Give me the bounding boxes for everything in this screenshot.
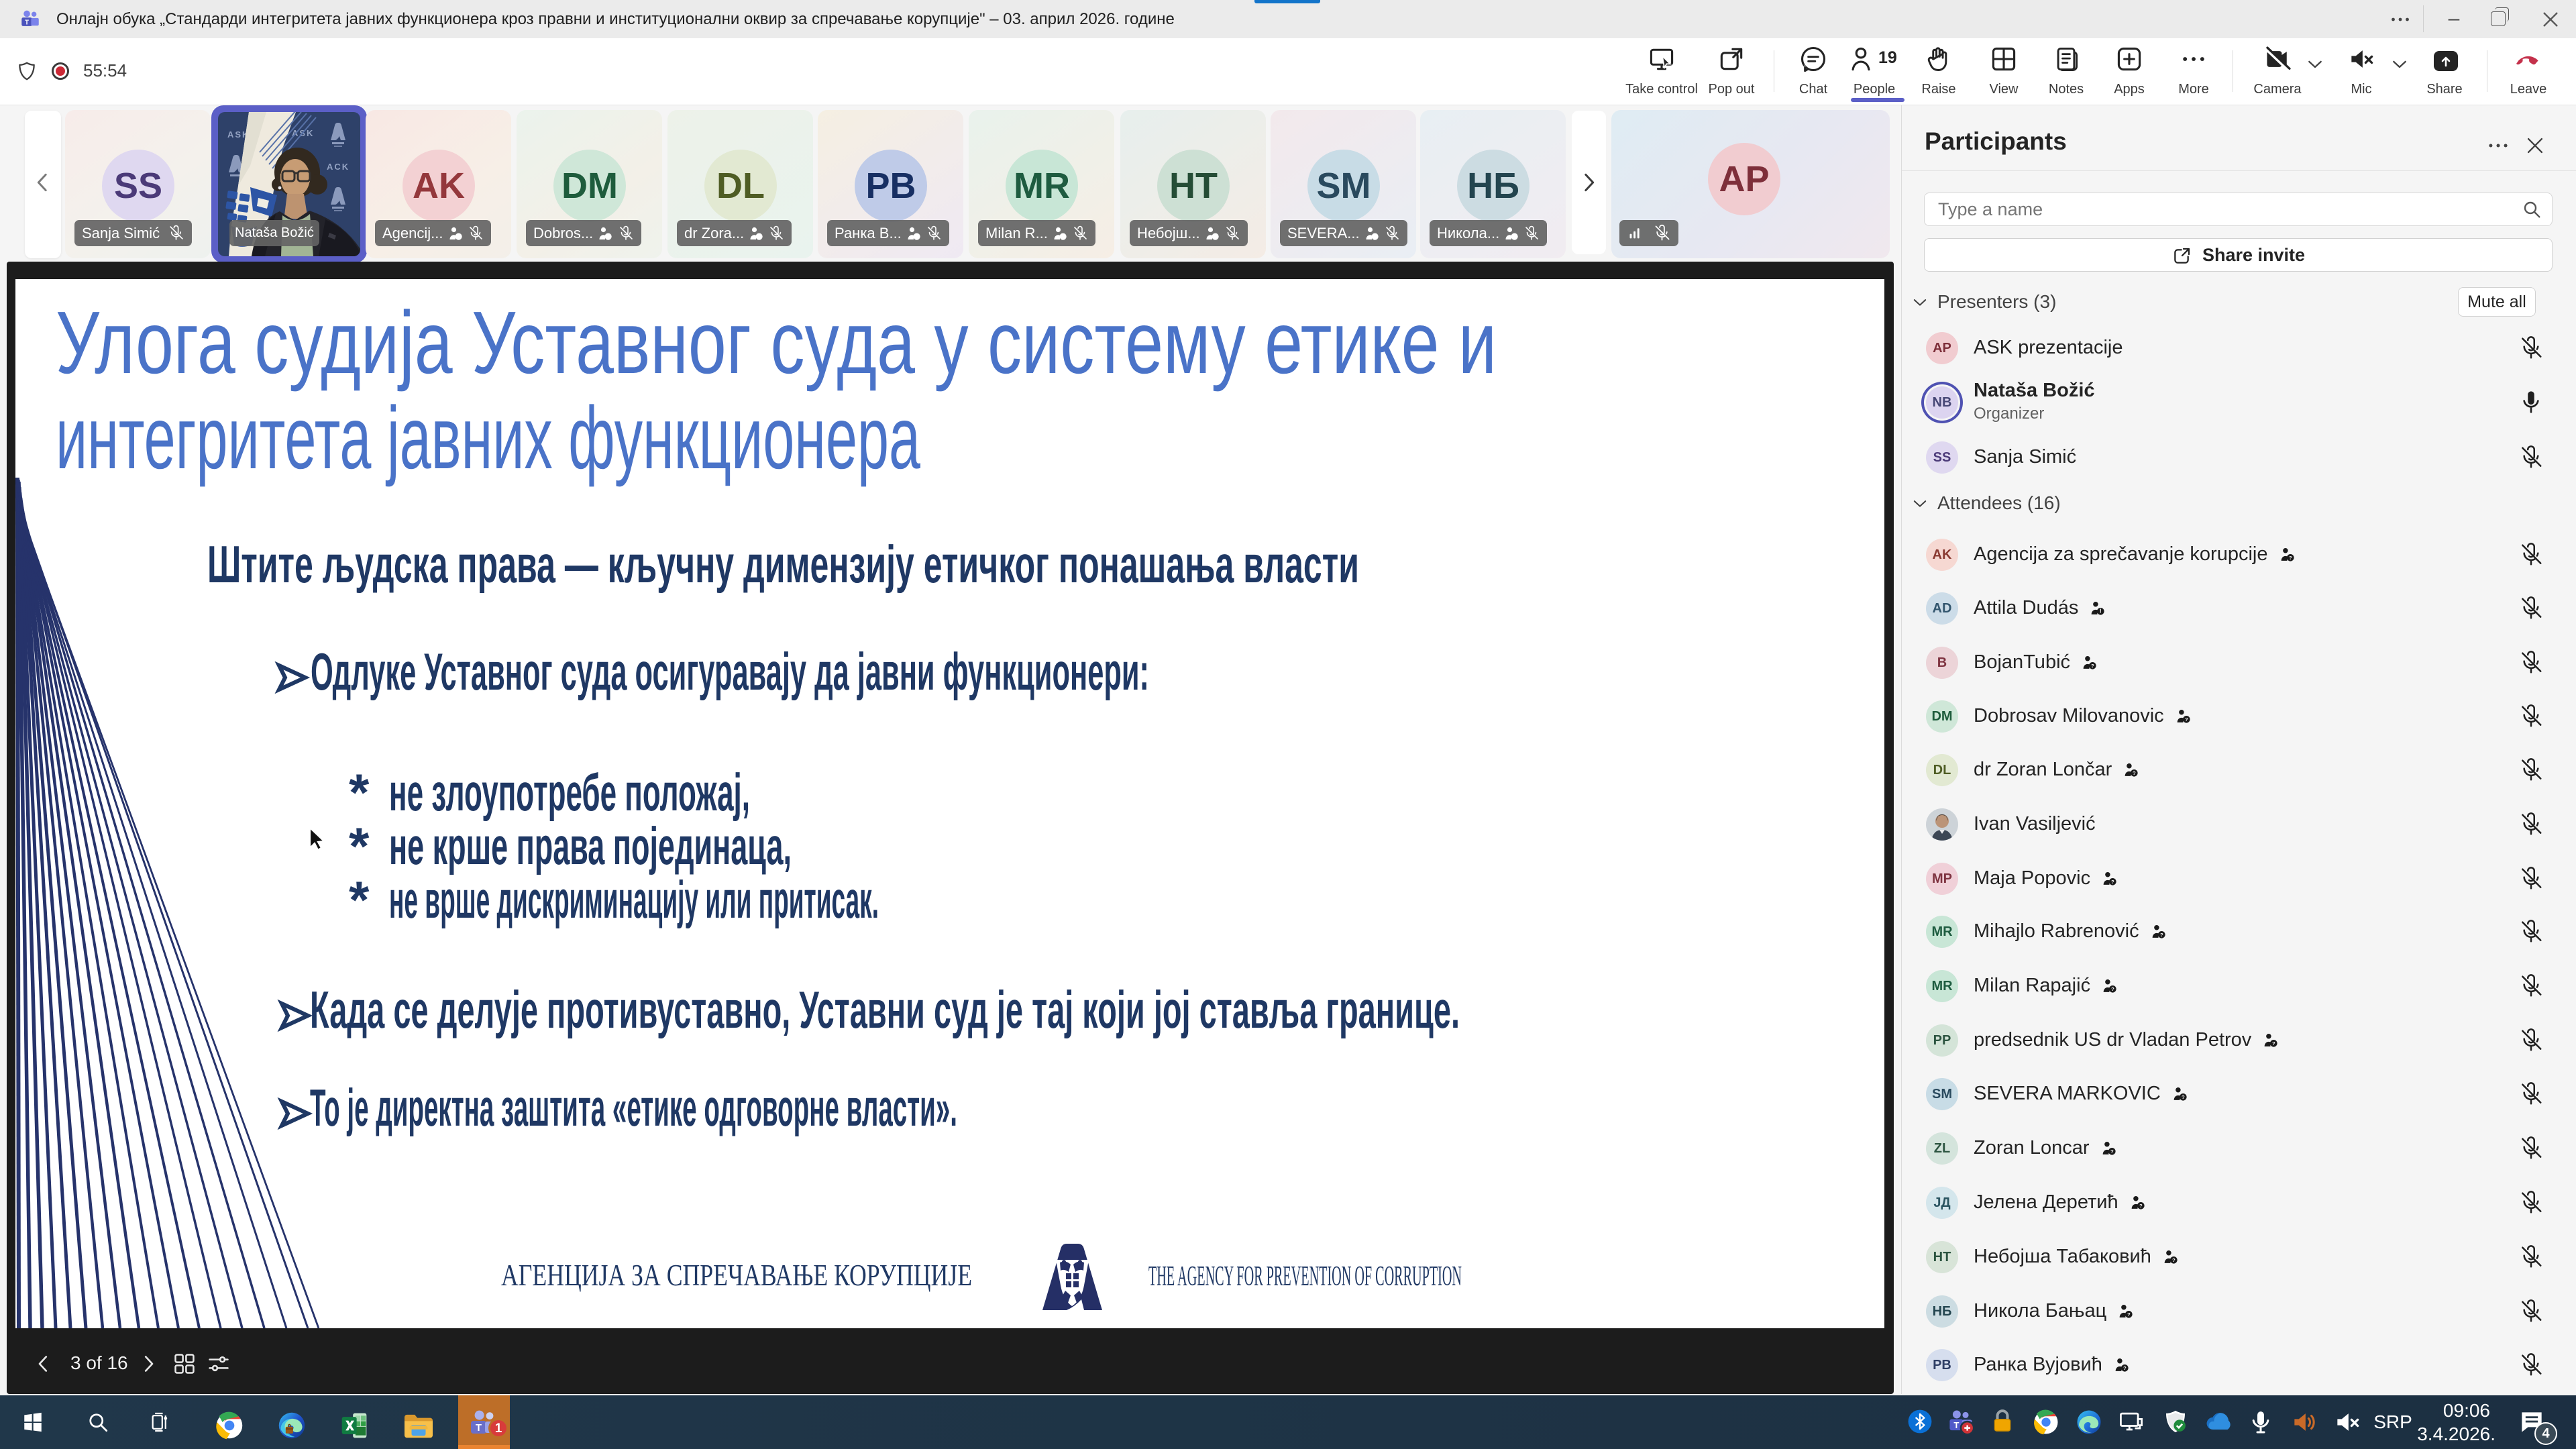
svg-text:T: T xyxy=(25,19,29,27)
svg-text:Када се делује противуставно,: Када се делује противуставно, Уставни су… xyxy=(310,980,1460,1039)
svg-text:*: * xyxy=(349,763,370,822)
svg-text:*: * xyxy=(349,816,370,875)
svg-text:*: * xyxy=(349,870,370,929)
svg-text:ACK: ACK xyxy=(327,162,350,172)
svg-text:T: T xyxy=(1953,1420,1959,1430)
svg-text:THE AGENCY FOR PREVENTION OF C: THE AGENCY FOR PREVENTION OF CORRUPTION xyxy=(1148,1261,1462,1292)
svg-text:интегритета јавних функционера: интегритета јавних функционера xyxy=(56,388,920,487)
svg-text:T: T xyxy=(476,1422,482,1434)
svg-text:АГЕНЦИЈА ЗА СПРЕЧАВАЊЕ КОРУПЦИ: АГЕНЦИЈА ЗА СПРЕЧАВАЊЕ КОРУПЦИЈЕ xyxy=(501,1258,972,1292)
svg-text:Одлуке Уставног суда осигурава: Одлуке Уставног суда осигуравају да јавн… xyxy=(311,642,1149,701)
svg-text:Улога судија Уставног суда у с: Улога судија Уставног суда у систему ети… xyxy=(56,293,1497,392)
svg-text:не крше права појединаца,: не крше права појединаца, xyxy=(389,816,792,875)
svg-text:Штите људска права — кључну ди: Штите људска права — кључну димензију ет… xyxy=(207,535,1359,594)
svg-text:не врше дискриминацију или при: не врше дискриминацију или притисак. xyxy=(389,870,879,929)
svg-text:не злоупотребе положај,: не злоупотребе положај, xyxy=(389,763,750,822)
svg-text:То је директна заштита «етике: То је директна заштита «етике одговорне … xyxy=(310,1078,957,1137)
